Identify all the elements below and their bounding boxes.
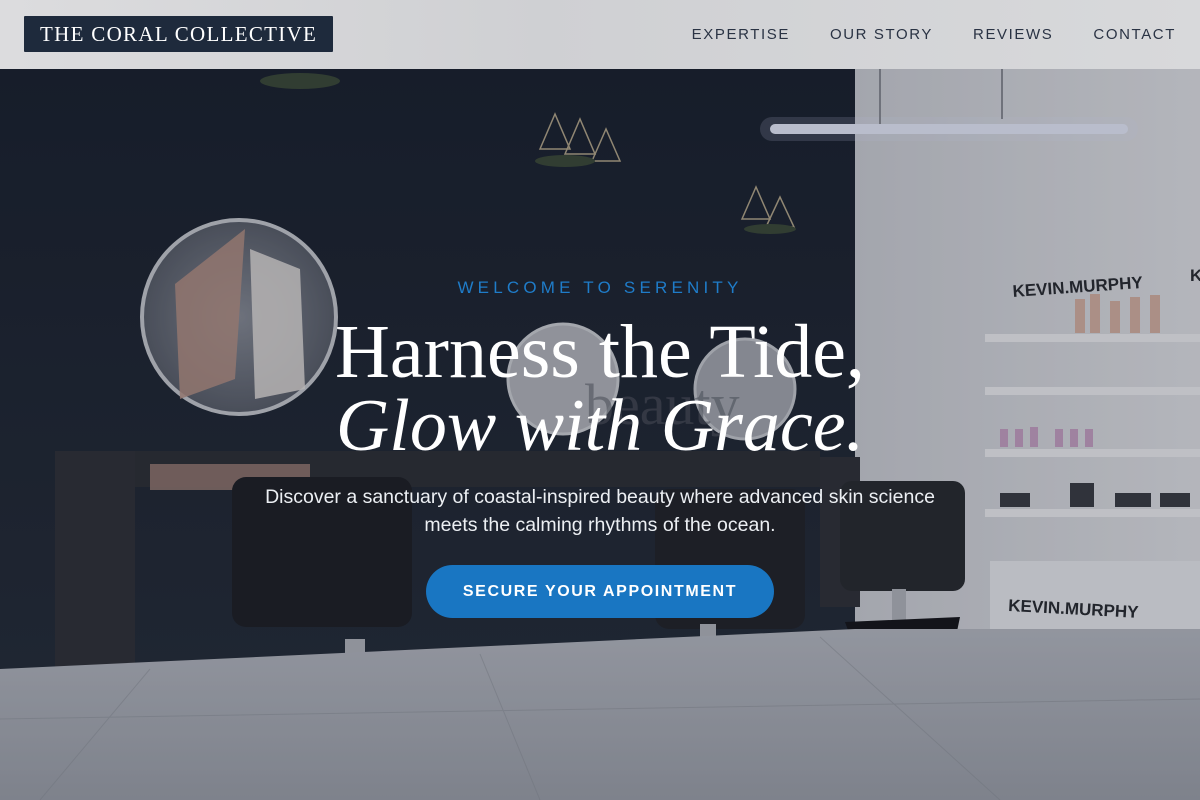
hero-content: WELCOME TO SERENITY Harness the Tide, Gl… <box>0 69 1200 800</box>
nav-link-our-story[interactable]: OUR STORY <box>830 26 933 43</box>
book-appointment-button[interactable]: SECURE YOUR APPOINTMENT <box>426 565 774 618</box>
nav-link-contact[interactable]: CONTACT <box>1093 26 1176 43</box>
nav-link-reviews[interactable]: REVIEWS <box>973 26 1053 43</box>
nav-link-expertise[interactable]: EXPERTISE <box>692 26 790 43</box>
main-nav: EXPERTISE OUR STORY REVIEWS CONTACT <box>692 0 1176 69</box>
hero-headline-line2: Glow with Grace. <box>335 385 865 467</box>
brand-logo[interactable]: THE CORAL COLLECTIVE <box>24 16 334 52</box>
hero-headline-line1: Harness the Tide, <box>335 310 865 394</box>
hero-subtitle: Discover a sanctuary of coastal-inspired… <box>265 486 935 536</box>
hero-section: beauty KEVIN.MURPHY K KEVIN.MURPHY WELCO… <box>0 69 1200 800</box>
hero-headline: Harness the Tide, Glow with Grace. <box>0 314 1200 467</box>
hero-eyebrow: WELCOME TO SERENITY <box>457 278 743 297</box>
site-header: THE CORAL COLLECTIVE EXPERTISE OUR STORY… <box>0 0 1200 69</box>
